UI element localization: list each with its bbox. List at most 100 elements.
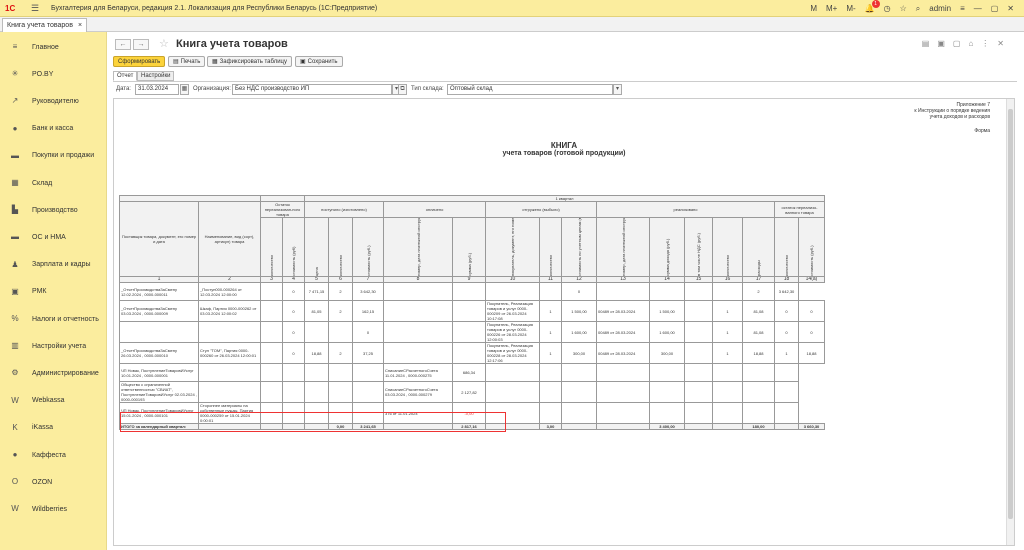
calendar-icon[interactable]: ▦ (180, 84, 189, 95)
memory-plus-button[interactable]: M+ (826, 4, 837, 13)
notifications-bell-icon[interactable]: 🔔 1 (865, 0, 880, 13)
history-icon[interactable]: ◷ (884, 4, 891, 13)
ikassa-icon: K (12, 422, 18, 432)
table-cell (260, 342, 283, 364)
copy-icon[interactable]: ▢ (953, 39, 961, 48)
back-arrow-icon[interactable]: ← (115, 39, 131, 50)
header-supplier: Поставщик товара, документ, его номер и … (119, 201, 199, 277)
assets-icon: ▬ (11, 232, 19, 242)
sidebar-item-13[interactable]: W Webkassa (0, 391, 107, 411)
close-form-icon[interactable]: ✕ (997, 39, 1004, 48)
sidebar-item-1[interactable]: ✳ PO.BY (0, 64, 107, 84)
sidebar-item-14[interactable]: KiKassa (0, 418, 107, 438)
main-area: ← → ☆ Книга учета товаров ▤ ▣ ▢ ⌂ ⋮ ✕ Сф… (109, 32, 1024, 550)
table-cell: 0 (282, 300, 305, 322)
table-cell: 00489 от 28.03.2024 (596, 342, 650, 364)
taxes-icon: % (11, 314, 19, 323)
favorites-star-icon[interactable]: ☆ (900, 4, 907, 13)
sidebar-item-16[interactable]: O OZON (0, 472, 107, 492)
table-cell (712, 402, 743, 424)
maximize-icon[interactable]: ▢ (991, 4, 999, 13)
table-cell (304, 363, 329, 382)
table-cell: 1 (712, 300, 743, 322)
table-cell (539, 402, 562, 424)
favorite-star-icon[interactable]: ☆ (159, 37, 169, 50)
stock-type-dropdown-icon[interactable]: ▾ (613, 84, 622, 95)
pin-table-button[interactable]: ▦ Зафиксировать таблицу (207, 56, 292, 67)
total-cell: 3 400,00 (649, 423, 685, 430)
sidebar-item-label: Банк и касса (32, 125, 74, 133)
memory-minus-button[interactable]: M- (846, 4, 855, 13)
sidebar-item-10[interactable]: % Налоги и отчетность (0, 309, 107, 329)
table-cell (198, 321, 261, 343)
vertical-header-text: количество (725, 255, 730, 276)
sidebar-item-7[interactable]: ▬ ОС и НМА (0, 227, 107, 247)
tab-settings[interactable]: Настройки (137, 71, 175, 81)
table-cell: 0 (282, 321, 305, 343)
table-row: Общество с ограниченной ответственностью… (119, 381, 825, 403)
table-cell: Покупатель, Реализация товаров и услуг 0… (485, 321, 540, 343)
main-menu-icon[interactable]: ☰ (31, 3, 45, 14)
generate-button[interactable]: Сформировать (113, 56, 166, 67)
sidebar-item-11[interactable]: ▥ Настройки учета (0, 336, 107, 356)
sidebar-item-5[interactable]: ▦ Склад (0, 173, 107, 193)
organization-field[interactable]: Без НДС производство ИП (232, 84, 392, 95)
tab-report[interactable]: Отчет (113, 71, 138, 81)
table-cell (596, 282, 650, 301)
stock-type-label: Тип склада: (411, 86, 444, 92)
table-cell: 18,88 (304, 342, 329, 364)
date-field[interactable]: 31.03.2024 (135, 84, 179, 95)
header-vat: в том числе НДС (руб.) (684, 217, 713, 277)
table-cell (649, 402, 685, 424)
memory-m-button[interactable]: M (810, 4, 817, 13)
report-vertical-scrollbar[interactable] (1006, 99, 1014, 545)
table-cell: 81,08 (742, 300, 775, 322)
1c-logo-icon: 1С (5, 3, 16, 13)
table-cell: 686,34 (452, 363, 486, 382)
sidebar-item-2[interactable]: ↗ Руководителю (0, 91, 107, 111)
table-cell: 300,00 (561, 342, 597, 364)
print-icon[interactable]: ▤ (922, 39, 930, 48)
sidebar-item-0[interactable]: ≡ Главное (0, 37, 107, 57)
stock-type-field[interactable]: Оптовый склад (447, 84, 613, 95)
sidebar-item-3[interactable]: ● Банк и касса (0, 119, 107, 139)
minimize-icon[interactable]: — (974, 4, 982, 13)
table-cell: 0 (282, 342, 305, 364)
warehouse-icon: ▦ (11, 178, 19, 187)
table-cell: 0 (798, 321, 825, 343)
save-button[interactable]: ▣ Сохранить (295, 56, 343, 67)
scrollbar-thumb[interactable] (1008, 109, 1013, 519)
table-cell (485, 282, 540, 301)
link-icon[interactable]: ⌂ (968, 39, 973, 48)
vertical-header-text: количество (548, 255, 553, 276)
table-cell (712, 381, 743, 403)
report-spreadsheet[interactable]: Приложение 7 к Инструкции о порядке веде… (113, 98, 1015, 546)
sidebar-item-label: Webkassa (32, 397, 65, 405)
pin-icon: ▦ (212, 59, 218, 65)
sidebar-item-17[interactable]: W Wildberries (0, 499, 107, 519)
save-icon[interactable]: ▣ (937, 39, 945, 48)
sidebar-item-12[interactable]: ⚙ Администрирование (0, 363, 107, 383)
tab-close-icon[interactable]: × (78, 22, 82, 29)
sidebar-item-15[interactable]: ● Каффеста (0, 445, 107, 465)
user-name[interactable]: admin (929, 4, 951, 13)
more-icon[interactable]: ⋮ (981, 39, 989, 48)
sidebar-item-8[interactable]: ♟ Зарплата и кадры (0, 255, 107, 275)
print-button[interactable]: ▤ Печать (168, 56, 206, 67)
table-cell: 00489 от 28.03.2024 (596, 300, 650, 322)
vertical-header-text: стоимость по учетным ценам (выбытия – по… (577, 219, 582, 276)
close-icon[interactable]: ✕ (1007, 4, 1014, 13)
table-cell: 1 (712, 342, 743, 364)
sidebar-item-9[interactable]: ▣ РМК (0, 282, 107, 302)
sidebar-item-6[interactable]: ▙ Производство (0, 200, 107, 220)
forward-arrow-icon[interactable]: → (133, 39, 149, 50)
organization-open-icon[interactable]: ⧉ (398, 84, 407, 95)
sidebar-item-4[interactable]: ▬ Покупки и продажи (0, 146, 107, 166)
settings-icon[interactable]: ≡ (960, 4, 965, 13)
open-tabs-bar: Книга учета товаров × (0, 17, 1024, 32)
search-icon[interactable]: ⌕ (916, 4, 920, 14)
table-cell: СписаниеСРасчетногоСчета 03.03.2024 , 00… (383, 381, 453, 403)
sidebar-item-label: Wildberries (32, 505, 68, 513)
tab-book-of-goods[interactable]: Книга учета товаров × (2, 18, 88, 32)
po-by-icon: ✳ (11, 69, 19, 79)
